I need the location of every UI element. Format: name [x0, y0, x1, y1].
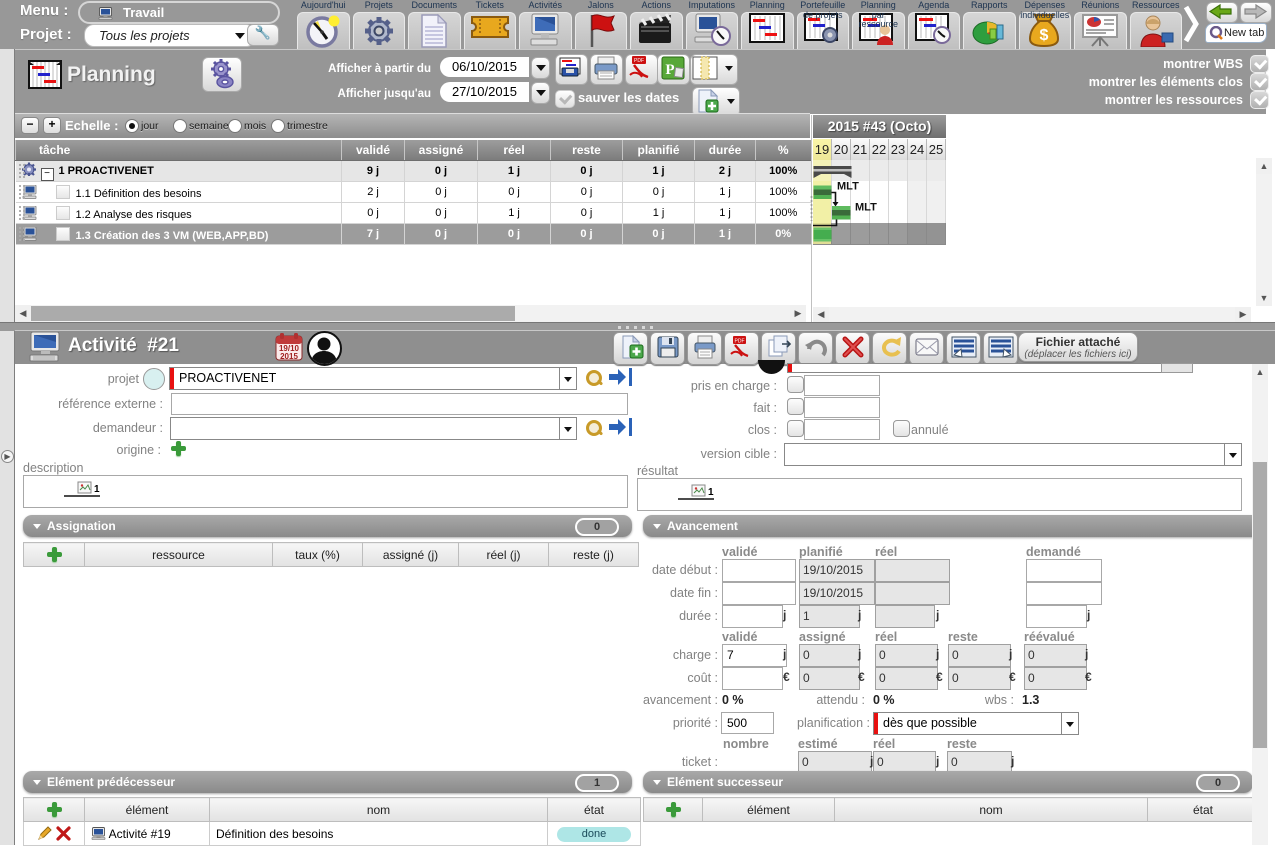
- svg-text:P: P: [665, 62, 674, 78]
- svg-text:PDF: PDF: [734, 339, 744, 345]
- svg-text:MLT: MLT: [837, 181, 859, 193]
- svg-text:2015: 2015: [280, 352, 298, 361]
- svg-text:1: 1: [94, 484, 100, 495]
- svg-text:PDF: PDF: [634, 58, 644, 64]
- svg-text:MLT: MLT: [855, 202, 877, 214]
- svg-text:1: 1: [708, 487, 714, 498]
- svg-text:$: $: [1039, 27, 1048, 44]
